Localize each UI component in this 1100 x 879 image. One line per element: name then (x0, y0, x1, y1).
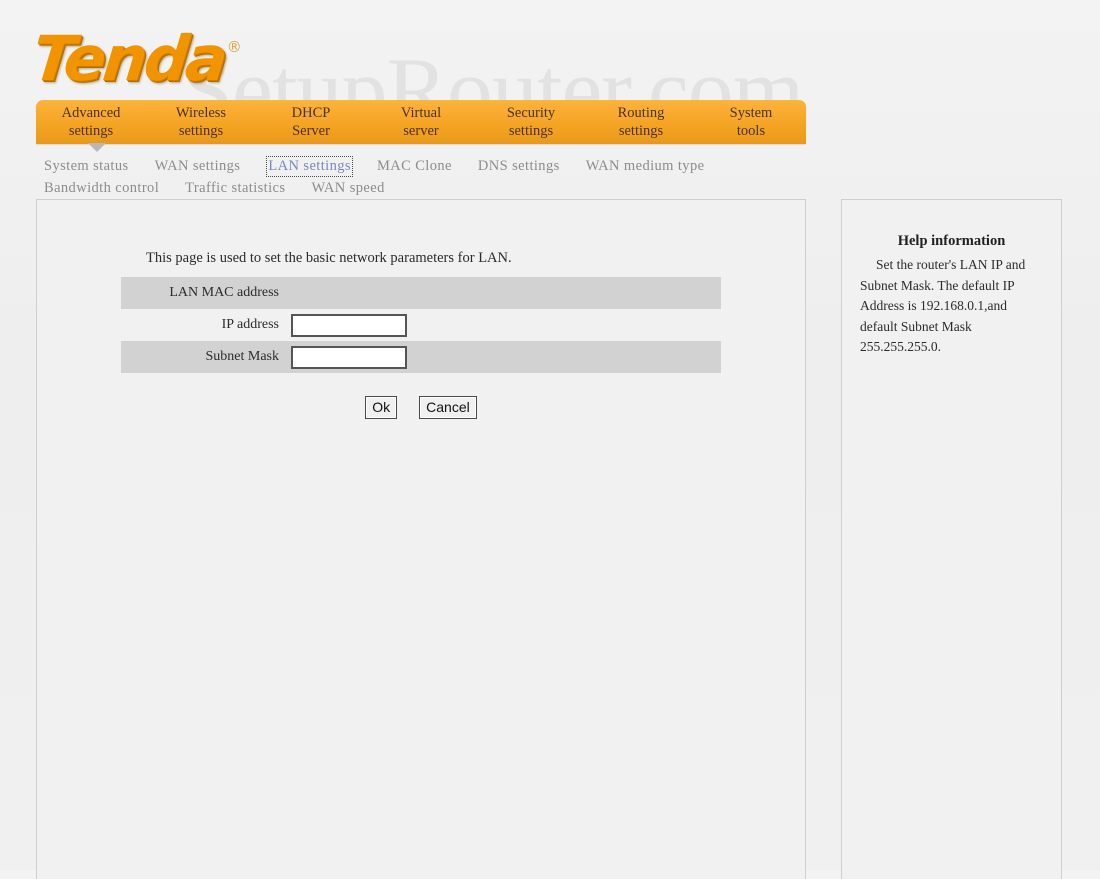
tab-label-line1: Advanced (61, 105, 121, 121)
tab-routing-settings[interactable]: Routing settings (586, 104, 696, 140)
tab-advanced-settings[interactable]: Advanced settings (36, 104, 146, 140)
sub-nav: System status WAN settings LAN settings … (44, 156, 804, 202)
subnav-item-mac-clone[interactable]: MAC Clone (377, 158, 452, 175)
sub-nav-row-1: System status WAN settings LAN settings … (44, 156, 804, 180)
tab-dhcp-server[interactable]: DHCP Server (256, 104, 366, 140)
subnav-item-traffic-statistics[interactable]: Traffic statistics (185, 180, 285, 197)
lan-mac-address-label: LAN MAC address (169, 285, 279, 300)
ip-address-input[interactable] (291, 313, 407, 337)
page-description: This page is used to set the basic netwo… (146, 250, 512, 266)
tab-label-line1: System (729, 105, 773, 121)
subnet-mask-input[interactable] (291, 345, 407, 369)
tab-label-line2: settings (68, 123, 114, 139)
tab-label-line2: tools (736, 123, 766, 139)
help-body-text: Set the router's LAN IP and Subnet Mask.… (860, 257, 1026, 354)
tab-label-line1: Virtual (400, 105, 442, 121)
help-panel: Help information Set the router's LAN IP… (841, 199, 1062, 879)
tab-label-line2: server (403, 123, 439, 139)
primary-nav-bar: Advanced settings Wireless settings DHCP… (36, 100, 806, 144)
ok-button[interactable]: Ok (365, 396, 398, 419)
logo-wordmark: Tenda (29, 22, 229, 95)
tab-label-line2: settings (178, 123, 224, 139)
subnav-item-wan-medium-type[interactable]: WAN medium type (586, 158, 705, 175)
tab-label-line1: Security (506, 105, 556, 121)
tab-wireless-settings[interactable]: Wireless settings (146, 104, 256, 140)
tab-label-line1: Wireless (175, 105, 227, 121)
tab-label-line2: settings (508, 123, 554, 139)
subnav-item-wan-speed[interactable]: WAN speed (311, 180, 384, 197)
tab-label-line2: Server (292, 123, 330, 139)
tab-label-line2: settings (618, 123, 664, 139)
subnav-item-lan-settings[interactable]: LAN settings (266, 156, 353, 177)
subnav-item-system-status[interactable]: System status (44, 158, 129, 175)
subnav-item-bandwidth-control[interactable]: Bandwidth control (44, 180, 159, 197)
form-row-ip-address: IP address (121, 309, 721, 341)
form-row-lan-mac-address: LAN MAC address (121, 277, 721, 309)
form-row-subnet-mask: Subnet Mask (121, 341, 721, 373)
ip-address-label: IP address (221, 317, 279, 332)
tab-security-settings[interactable]: Security settings (476, 104, 586, 140)
tab-label-line1: DHCP (291, 105, 331, 121)
tab-virtual-server[interactable]: Virtual server (366, 104, 476, 140)
help-title: Help information (897, 233, 1006, 249)
tenda-logo: Tenda® (29, 22, 242, 95)
registered-trademark-icon: ® (226, 37, 242, 56)
tab-system-tools[interactable]: System tools (696, 104, 806, 140)
active-tab-arrow-icon (88, 143, 106, 152)
cancel-button[interactable]: Cancel (419, 396, 477, 419)
subnet-mask-label: Subnet Mask (205, 349, 280, 364)
subnav-item-dns-settings[interactable]: DNS settings (478, 158, 560, 175)
sub-nav-row-2: Bandwidth control Traffic statistics WAN… (44, 180, 804, 202)
main-content-panel: This page is used to set the basic netwo… (36, 199, 806, 879)
subnav-item-wan-settings[interactable]: WAN settings (155, 158, 241, 175)
lan-settings-form: LAN MAC address IP address Subnet Mask (121, 277, 721, 373)
form-actions: Ok Cancel (121, 396, 721, 419)
tab-label-line1: Routing (617, 105, 665, 121)
